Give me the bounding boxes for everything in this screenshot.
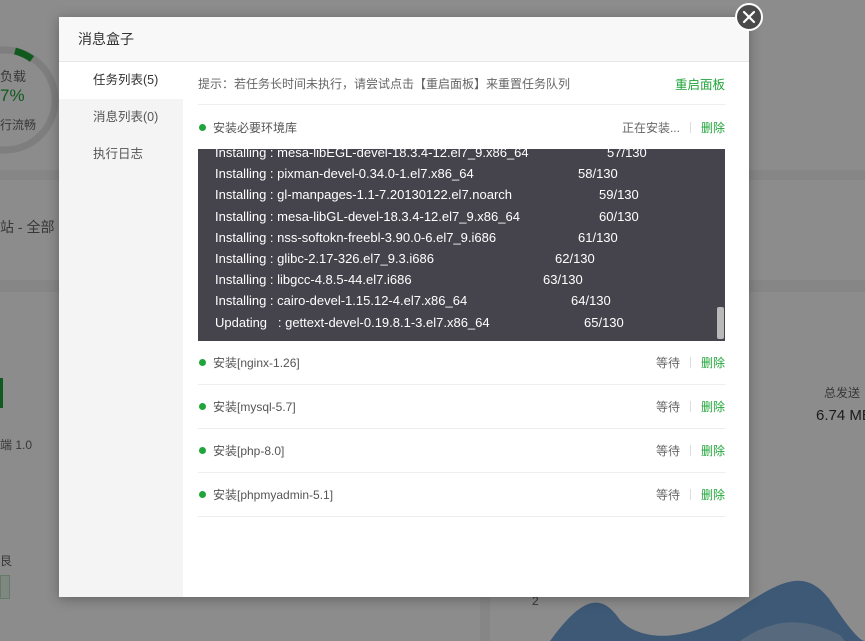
- status-dot-icon: [199, 359, 206, 366]
- delete-task-button[interactable]: 删除: [701, 398, 725, 415]
- log-text: Installing : glibc-2.17-326.el7_9.3.i686: [215, 250, 434, 266]
- log-lines: Installing : mesa-libEGL-devel-18.3.4-12…: [215, 149, 713, 333]
- task-status: 等待: [655, 356, 680, 370]
- log-progress-count: 62/130: [555, 250, 595, 266]
- delete-task-button[interactable]: 删除: [701, 442, 725, 459]
- task-row: 安装[phpmyadmin-5.1] 等待 删除: [198, 473, 725, 517]
- sidebar-item-exec-log[interactable]: 执行日志: [59, 136, 183, 173]
- log-line: Installing : glibc-2.17-326.el7_9.3.i686…: [215, 248, 713, 269]
- task-name: 安装[php-8.0]: [213, 444, 285, 458]
- log-text: Installing : pixman-devel-0.34.0-1.el7.x…: [215, 166, 474, 182]
- task-status: 等待: [655, 444, 680, 458]
- scrollbar-thumb[interactable]: [717, 307, 724, 339]
- log-text: Updating : gettext-devel-0.19.8.1-3.el7.…: [215, 314, 490, 330]
- task-name: 安装[nginx-1.26]: [213, 356, 300, 370]
- close-icon: [742, 10, 756, 24]
- log-line: Installing : mesa-libGL-devel-18.3.4-12.…: [215, 206, 713, 227]
- delete-task-button[interactable]: 删除: [701, 119, 725, 136]
- log-line: Installing : cairo-devel-1.15.12-4.el7.x…: [215, 290, 713, 311]
- task-row: 安装[php-8.0] 等待 删除: [198, 429, 725, 473]
- task-row: 安装[nginx-1.26] 等待 删除: [198, 341, 725, 385]
- task-status: 等待: [655, 488, 680, 502]
- log-line: Installing : gl-manpages-1.1-7.20130122.…: [215, 184, 713, 205]
- log-text: Installing : gl-manpages-1.1-7.20130122.…: [215, 187, 513, 203]
- status-dot-icon: [199, 403, 206, 410]
- message-box-dialog: 消息盒子 任务列表(5) 消息列表(0) 执行日志 提示：若任务长时间未执行，请…: [59, 17, 749, 597]
- task-name: 安装必要环境库: [213, 120, 298, 135]
- sidebar-item-label: 消息列表(0): [93, 110, 159, 124]
- log-text: Installing : cairo-devel-1.15.12-4.el7.x…: [215, 293, 468, 309]
- log-progress-count: 64/130: [571, 293, 611, 309]
- task-name: 安装[mysql-5.7]: [213, 400, 296, 414]
- log-line: Installing : nss-softokn-freebl-3.90.0-6…: [215, 227, 713, 248]
- close-button[interactable]: [735, 3, 763, 31]
- status-dot-icon: [199, 123, 206, 131]
- log-progress-count: 65/130: [584, 314, 624, 330]
- log-line: Installing : mesa-libEGL-devel-18.3.4-12…: [215, 149, 713, 163]
- log-text: Installing : mesa-libGL-devel-18.3.4-12.…: [215, 208, 520, 224]
- tip-text: 提示：若任务长时间未执行，请尝试点击【重启面板】来重置任务队列: [198, 76, 571, 91]
- sidebar-item-label: 执行日志: [93, 147, 144, 161]
- log-progress-count: 58/130: [578, 166, 618, 182]
- status-dot-icon: [199, 447, 206, 454]
- dialog-title: 消息盒子: [59, 17, 749, 62]
- sidebar-item-label: 任务列表(5): [93, 73, 159, 87]
- log-progress-count: 57/130: [607, 149, 647, 160]
- delete-task-button[interactable]: 删除: [701, 354, 725, 371]
- divider: [689, 445, 691, 456]
- delete-task-button[interactable]: 删除: [701, 486, 725, 503]
- log-text: Installing : libgcc-4.8.5-44.el7.i686: [215, 272, 412, 288]
- task-name: 安装[phpmyadmin-5.1]: [213, 488, 334, 502]
- sidebar-item-message-list[interactable]: 消息列表(0): [59, 99, 183, 136]
- restart-panel-link[interactable]: 重启面板: [675, 74, 725, 93]
- log-line: Installing : libgcc-4.8.5-44.el7.i686 63/…: [215, 269, 713, 290]
- task-panel: 提示：若任务长时间未执行，请尝试点击【重启面板】来重置任务队列 重启面板 安装必…: [198, 62, 725, 517]
- log-line: Installing : pixman-devel-0.34.0-1.el7.x…: [215, 163, 713, 184]
- status-dot-icon: [199, 491, 206, 498]
- divider: [689, 489, 691, 500]
- log-progress-count: 61/130: [578, 229, 618, 245]
- tip-row: 提示：若任务长时间未执行，请尝试点击【重启面板】来重置任务队列 重启面板: [198, 62, 725, 105]
- task-status: 正在安装...: [621, 120, 680, 135]
- log-progress-count: 59/130: [599, 187, 639, 203]
- log-line: Updating : gettext-devel-0.19.8.1-3.el7.…: [215, 312, 713, 333]
- log-text: Installing : mesa-libEGL-devel-18.3.4-12…: [215, 149, 529, 160]
- queued-task-list: 安装[nginx-1.26] 等待 删除 安装[mysql-5.7] 等待 删除 安装[ph…: [198, 341, 725, 517]
- log-progress-count: 60/130: [599, 208, 639, 224]
- sidebar-item-task-list[interactable]: 任务列表(5): [59, 62, 183, 99]
- console-scrollbar[interactable]: [715, 149, 725, 341]
- install-log-console[interactable]: Installing : mesa-libEGL-devel-18.3.4-12…: [198, 149, 725, 341]
- divider: [689, 401, 691, 412]
- task-row-current: 安装必要环境库 正在安装... 删除: [198, 105, 725, 149]
- log-text: Installing : nss-softokn-freebl-3.90.0-6…: [215, 229, 497, 245]
- divider: [689, 357, 691, 368]
- task-row: 安装[mysql-5.7] 等待 删除: [198, 385, 725, 429]
- task-status: 等待: [655, 400, 680, 414]
- log-progress-count: 63/130: [543, 272, 583, 288]
- divider: [689, 121, 691, 133]
- dialog-sidebar: 任务列表(5) 消息列表(0) 执行日志: [59, 62, 183, 597]
